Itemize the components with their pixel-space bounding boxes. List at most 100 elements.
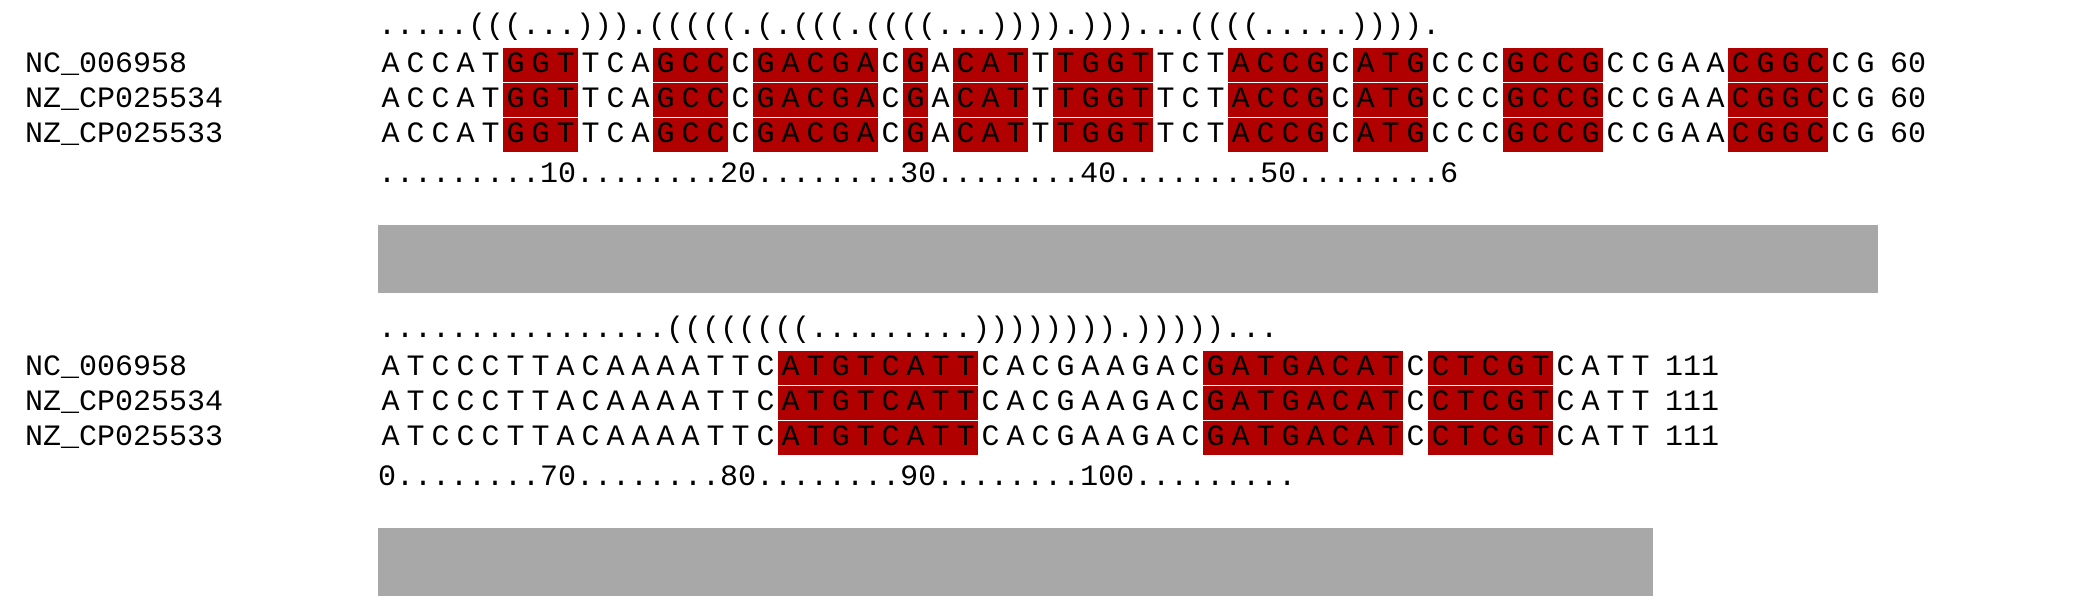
paired-base: A: [778, 48, 803, 82]
paired-base: C: [1803, 83, 1828, 117]
paired-base: T: [1378, 351, 1403, 385]
base: C: [581, 386, 600, 420]
paired-base: A: [903, 351, 928, 385]
paired-base: G: [1278, 351, 1303, 385]
paired-base: G: [1753, 118, 1778, 152]
paired-base: C: [1803, 118, 1828, 152]
paired-base: T: [1528, 386, 1553, 420]
base: T: [531, 421, 550, 455]
base: A: [656, 351, 675, 385]
paired-base: A: [778, 118, 803, 152]
base: T: [706, 351, 725, 385]
paired-base: C: [1278, 48, 1303, 82]
base: T: [581, 118, 600, 152]
base: C: [756, 421, 775, 455]
paired-base: A: [1353, 351, 1378, 385]
base: A: [1006, 421, 1025, 455]
base: T: [706, 386, 725, 420]
base: T: [1606, 351, 1625, 385]
base: G: [1056, 386, 1075, 420]
base: A: [1706, 48, 1725, 82]
base: C: [1181, 83, 1200, 117]
paired-base: G: [1278, 386, 1303, 420]
position-number: 111: [1665, 351, 1720, 385]
paired-base: T: [953, 421, 978, 455]
base: C: [1031, 386, 1050, 420]
paired-base: C: [1328, 421, 1353, 455]
base: C: [1031, 351, 1050, 385]
base: C: [1481, 118, 1500, 152]
paired-base: A: [1228, 83, 1253, 117]
base: C: [756, 386, 775, 420]
paired-base: A: [853, 48, 878, 82]
paired-base: C: [1728, 83, 1753, 117]
base: G: [1131, 421, 1150, 455]
paired-base: G: [1078, 118, 1103, 152]
paired-base: G: [1778, 83, 1803, 117]
base: T: [1031, 118, 1050, 152]
paired-base: T: [953, 386, 978, 420]
base: C: [606, 48, 625, 82]
base: C: [1606, 48, 1625, 82]
paired-base: C: [953, 48, 978, 82]
position-number: 60: [1890, 83, 1927, 117]
base: A: [631, 421, 650, 455]
paired-base: T: [553, 118, 578, 152]
base: C: [1556, 351, 1575, 385]
paired-base: T: [1378, 48, 1403, 82]
paired-base: T: [1053, 48, 1078, 82]
base: C: [431, 421, 450, 455]
position-ruler: 0........70........80........90........1…: [378, 461, 1297, 495]
paired-base: A: [978, 48, 1003, 82]
base: T: [481, 118, 500, 152]
paired-base: G: [1403, 83, 1428, 117]
base: T: [731, 351, 750, 385]
paired-base: G: [528, 118, 553, 152]
paired-base: C: [953, 118, 978, 152]
paired-base: T: [1253, 421, 1278, 455]
paired-base: A: [978, 83, 1003, 117]
paired-base: C: [1803, 48, 1828, 82]
paired-base: G: [903, 48, 928, 82]
paired-base: C: [1553, 118, 1578, 152]
base: A: [681, 351, 700, 385]
paired-base: C: [678, 83, 703, 117]
paired-base: C: [1278, 83, 1303, 117]
paired-base: G: [1203, 351, 1228, 385]
base: C: [1406, 421, 1425, 455]
paired-base: A: [1303, 351, 1328, 385]
paired-base: T: [853, 351, 878, 385]
paired-base: T: [1378, 83, 1403, 117]
paired-base: G: [1578, 83, 1603, 117]
base: C: [481, 386, 500, 420]
paired-base: G: [653, 118, 678, 152]
base: C: [431, 48, 450, 82]
paired-base: G: [653, 48, 678, 82]
base: C: [606, 118, 625, 152]
base: A: [681, 421, 700, 455]
paired-base: C: [878, 421, 903, 455]
paired-base: A: [1228, 421, 1253, 455]
paired-base: A: [1353, 386, 1378, 420]
paired-base: G: [1578, 48, 1603, 82]
paired-base: G: [503, 118, 528, 152]
base: A: [1106, 351, 1125, 385]
sequence-name: NZ_CP025534: [25, 83, 224, 117]
base: A: [381, 118, 400, 152]
base: T: [481, 48, 500, 82]
base: T: [731, 421, 750, 455]
paired-base: T: [1253, 386, 1278, 420]
paired-base: G: [753, 48, 778, 82]
base: C: [1181, 351, 1200, 385]
base: A: [456, 48, 475, 82]
paired-base: C: [1528, 83, 1553, 117]
base: A: [631, 386, 650, 420]
base: C: [431, 118, 450, 152]
base: C: [1431, 48, 1450, 82]
paired-base: T: [1378, 421, 1403, 455]
base: C: [1431, 83, 1450, 117]
base: A: [931, 118, 950, 152]
paired-base: G: [653, 83, 678, 117]
base: A: [1156, 351, 1175, 385]
base: C: [481, 421, 500, 455]
